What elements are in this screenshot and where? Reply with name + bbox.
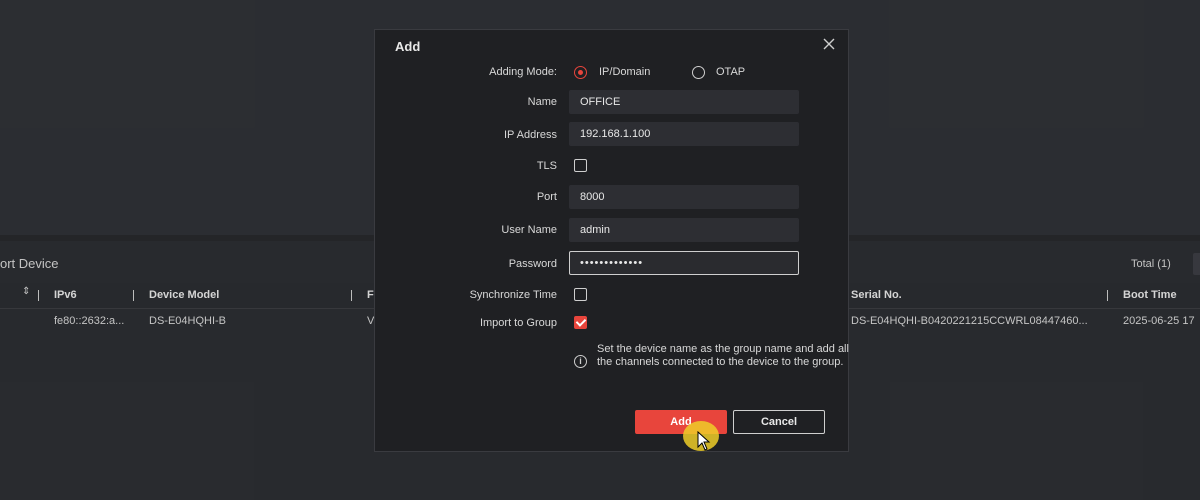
- ip-address-input[interactable]: [569, 122, 799, 146]
- cancel-button[interactable]: Cancel: [733, 410, 825, 434]
- radio-otap-label[interactable]: OTAP: [716, 66, 745, 78]
- port-label: Port: [536, 191, 557, 203]
- name-label: Name: [527, 96, 557, 108]
- add-device-dialog: Add Adding Mode: IP/Domain OTAP Name IP …: [374, 29, 849, 452]
- tls-label: TLS: [536, 160, 557, 172]
- port-input[interactable]: [569, 185, 799, 209]
- sync-time-checkbox[interactable]: [574, 288, 587, 301]
- sync-time-label: Synchronize Time: [469, 289, 557, 301]
- username-label: User Name: [501, 224, 557, 236]
- password-label: Password: [508, 258, 557, 270]
- radio-ip-domain-label[interactable]: IP/Domain: [599, 66, 650, 78]
- radio-otap[interactable]: [692, 66, 705, 79]
- tls-checkbox[interactable]: [574, 159, 587, 172]
- adding-mode-label: Adding Mode:: [489, 66, 557, 78]
- import-group-checkbox[interactable]: [574, 316, 587, 329]
- name-input[interactable]: [569, 90, 799, 114]
- dialog-title: Add: [395, 39, 421, 54]
- import-group-label: Import to Group: [479, 317, 557, 329]
- ip-address-label: IP Address: [504, 129, 557, 141]
- close-icon[interactable]: [821, 36, 837, 52]
- password-input[interactable]: [569, 251, 799, 275]
- info-text: Set the device name as the group name an…: [597, 343, 849, 368]
- mouse-cursor-icon: [697, 430, 711, 456]
- radio-ip-domain[interactable]: [574, 66, 587, 79]
- username-input[interactable]: [569, 218, 799, 242]
- info-icon: i: [574, 355, 587, 368]
